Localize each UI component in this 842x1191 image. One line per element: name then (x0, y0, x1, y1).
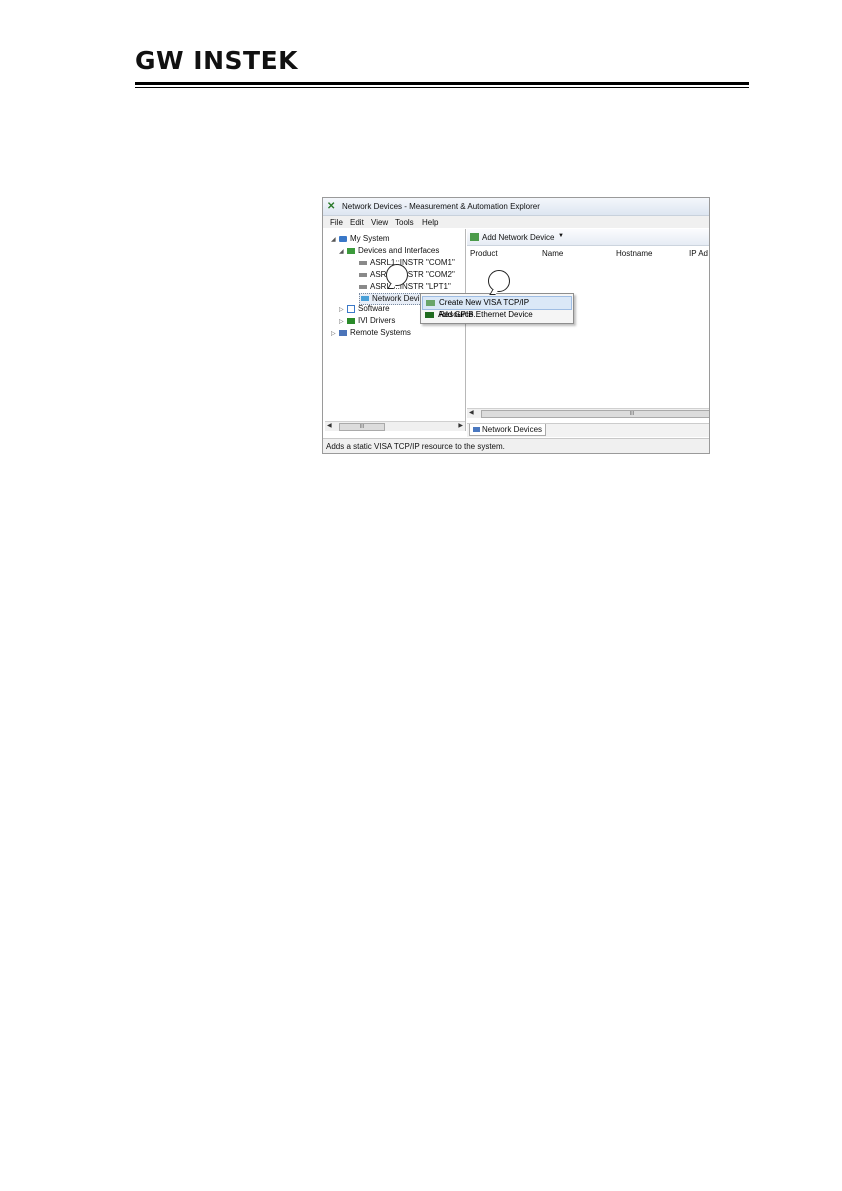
column-hostname[interactable]: Hostname (616, 249, 652, 258)
tree-item-asrl3[interactable]: ASRL3::INSTR "LPT1" (359, 282, 451, 292)
scroll-left-icon[interactable]: ◀ (469, 409, 474, 416)
menu-edit[interactable]: Edit (350, 218, 364, 227)
serial-port-icon (359, 272, 367, 277)
visa-resource-icon (426, 300, 435, 306)
scroll-left-icon[interactable]: ◀ (327, 422, 332, 429)
devices-icon (347, 247, 355, 254)
gpib-ethernet-icon (425, 312, 434, 318)
context-menu: Create New VISA TCP/IP Resource... Add G… (420, 293, 574, 324)
scroll-thumb[interactable]: III (481, 410, 709, 418)
list-horizontal-scrollbar[interactable]: ◀ III (467, 408, 709, 418)
menu-bar: File Edit View Tools Help (323, 216, 709, 228)
dropdown-arrow-icon[interactable]: ▼ (558, 233, 564, 239)
menu-help[interactable]: Help (422, 218, 438, 227)
title-bar[interactable]: ✕ Network Devices - Measurement & Automa… (323, 198, 709, 216)
tree-horizontal-scrollbar[interactable]: ◀ III ▶ (325, 421, 465, 431)
toolbar: Add Network Device ▼ (467, 229, 709, 246)
remote-systems-icon (339, 329, 347, 336)
status-text: Adds a static VISA TCP/IP resource to th… (326, 442, 505, 451)
step-callout-2 (488, 270, 510, 292)
tree-item-asrl1[interactable]: ASRL1::INSTR "COM1" (359, 258, 455, 268)
tree-item-ivi-drivers[interactable]: IVI Drivers (347, 316, 395, 326)
computer-icon (339, 235, 347, 242)
collapse-arrow-icon[interactable]: ◢ (331, 236, 336, 243)
window-title: Network Devices - Measurement & Automati… (342, 202, 540, 211)
ivi-icon (347, 317, 355, 324)
tree-item-devices-and-interfaces[interactable]: Devices and Interfaces (347, 246, 439, 256)
scroll-right-icon[interactable]: ▶ (458, 422, 463, 429)
add-network-device-icon (470, 233, 479, 241)
header-rule-thick (135, 82, 749, 85)
bottom-tab-bar: Network Devices (467, 423, 709, 437)
menu-item-create-visa-tcpip[interactable]: Create New VISA TCP/IP Resource... (422, 296, 572, 319)
list-icon (473, 427, 480, 433)
status-bar: Adds a static VISA TCP/IP resource to th… (323, 438, 709, 453)
config-tree: ◢ My System ◢ Devices and Interfaces ASR… (325, 229, 466, 431)
tab-network-devices[interactable]: Network Devices (469, 424, 547, 436)
column-headers: Product Name Hostname IP Ad (467, 246, 709, 259)
tree-item-remote-systems[interactable]: Remote Systems (339, 328, 411, 338)
collapse-arrow-icon[interactable]: ◢ (339, 248, 344, 255)
expand-arrow-icon[interactable]: ▷ (331, 330, 336, 337)
expand-arrow-icon[interactable]: ▷ (339, 306, 344, 313)
step-callout-1 (386, 264, 408, 286)
column-product[interactable]: Product (470, 249, 498, 258)
tree-item-software[interactable]: Software (347, 304, 390, 314)
max-window: ✕ Network Devices - Measurement & Automa… (322, 197, 710, 454)
menu-view[interactable]: View (371, 218, 388, 227)
gw-instek-logo: GW INSTEK (135, 46, 299, 75)
menu-item-add-gpib-ethernet[interactable]: Add GPIB Ethernet Device (422, 309, 572, 321)
parallel-port-icon (359, 284, 367, 289)
scroll-thumb[interactable]: III (339, 423, 385, 431)
software-icon (347, 304, 355, 313)
column-name[interactable]: Name (542, 249, 563, 258)
tree-item-my-system[interactable]: My System (339, 234, 390, 244)
network-devices-pane: Add Network Device ▼ Product Name Hostna… (467, 229, 709, 431)
menu-tools[interactable]: Tools (395, 218, 414, 227)
serial-port-icon (359, 260, 367, 265)
add-network-device-button[interactable]: Add Network Device (482, 233, 554, 242)
expand-arrow-icon[interactable]: ▷ (339, 318, 344, 325)
menu-file[interactable]: File (330, 218, 343, 227)
header-rule-thin (135, 87, 749, 88)
network-icon (361, 296, 369, 302)
column-ip-address[interactable]: IP Ad (689, 249, 708, 258)
max-app-icon: ✕ (327, 201, 336, 212)
